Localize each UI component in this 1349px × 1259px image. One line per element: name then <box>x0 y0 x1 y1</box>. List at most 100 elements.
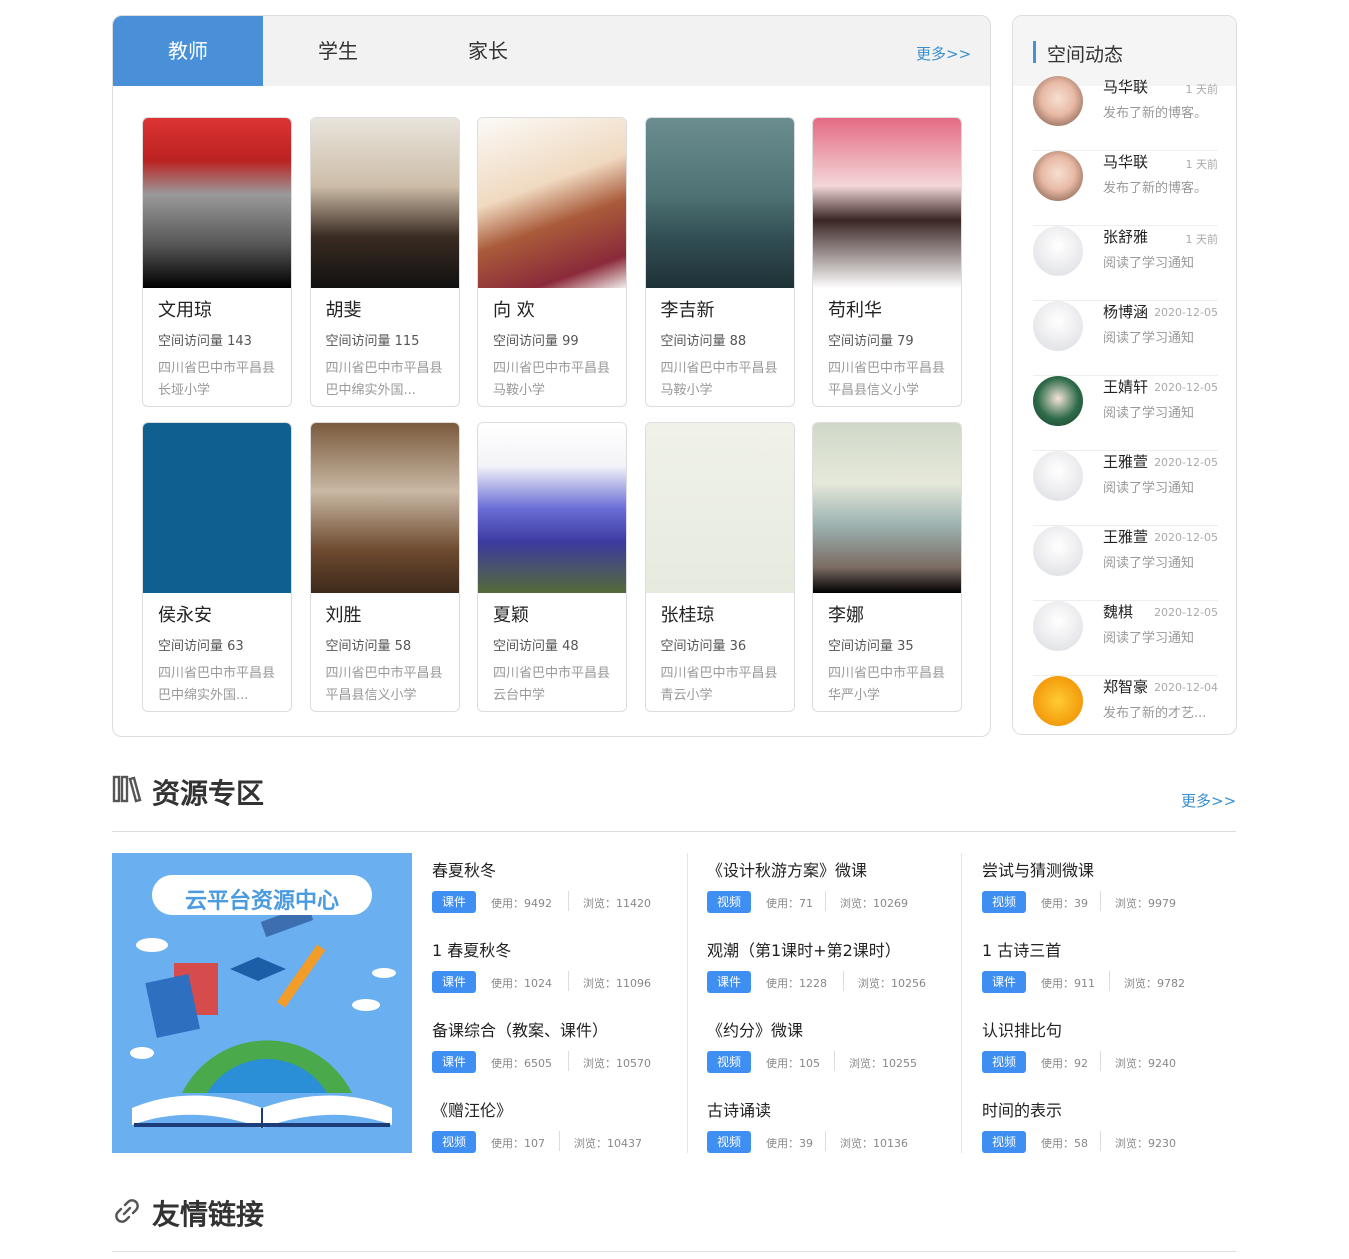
resource-title[interactable]: 尝试与猜测微课 <box>982 857 1094 881</box>
teacher-name[interactable]: 向 欢 <box>493 296 535 322</box>
resource-item[interactable]: 时间的表示 视频 使用：58 浏览：9230 <box>982 1093 1222 1173</box>
teacher-card[interactable]: 胡斐 空间访问量 115 四川省巴中市平昌县巴中绵实外国... <box>309 117 460 407</box>
teacher-card[interactable]: 李吉新 空间访问量 88 四川省巴中市平昌县马鞍小学 <box>644 117 795 407</box>
teacher-card[interactable]: 夏颖 空间访问量 48 四川省巴中市平昌县云台中学 <box>477 422 627 712</box>
activity-item[interactable]: 王婧轩 2020-12-05 阅读了学习通知 <box>1033 376 1218 451</box>
resources-more-link[interactable]: 更多>> <box>1181 790 1236 811</box>
resource-center-banner[interactable]: 云平台资源中心 <box>112 853 412 1153</box>
resource-title[interactable]: 备课综合（教案、课件） <box>432 1017 608 1041</box>
teacher-name[interactable]: 苟利华 <box>828 296 882 322</box>
activity-item[interactable]: 马华联 1 天前 发布了新的博客。 <box>1033 151 1218 226</box>
resource-title[interactable]: 1 春夏秋冬 <box>432 937 511 961</box>
activity-item[interactable]: 魏棋 2020-12-05 阅读了学习通知 <box>1033 601 1218 676</box>
teacher-name[interactable]: 文用琼 <box>158 296 212 322</box>
teacher-photo[interactable] <box>143 118 291 288</box>
activity-user-name[interactable]: 杨博涵 <box>1103 301 1148 322</box>
resource-title[interactable]: 观潮（第1课时+第2课时） <box>707 937 901 961</box>
teacher-photo[interactable] <box>310 423 459 593</box>
activity-user-name[interactable]: 马华联 <box>1103 151 1148 172</box>
teacher-photo[interactable] <box>478 118 626 288</box>
activity-user-name[interactable]: 魏棋 <box>1103 601 1133 622</box>
teacher-card[interactable]: 李娜 空间访问量 35 四川省巴中市平昌县华严小学 <box>812 422 962 712</box>
resource-item[interactable]: 《约分》微课 视频 使用：105 浏览：10255 <box>707 1013 947 1093</box>
teacher-name[interactable]: 李娜 <box>828 601 864 627</box>
resource-view-count: 浏览：11420 <box>583 897 651 910</box>
activity-item[interactable]: 王雅萱 2020-12-05 阅读了学习通知 <box>1033 526 1218 601</box>
activity-user-name[interactable]: 王雅萱 <box>1103 526 1148 547</box>
teacher-photo[interactable] <box>310 118 459 288</box>
activity-user-name[interactable]: 张舒雅 <box>1103 226 1148 247</box>
resources-divider <box>112 831 1236 832</box>
teacher-card[interactable]: 向 欢空间访问量 99 四川省巴中市平昌县马鞍小学 <box>477 117 627 407</box>
activity-user-name[interactable]: 王雅萱 <box>1103 451 1148 472</box>
resource-title[interactable]: 《约分》微课 <box>707 1017 803 1041</box>
activity-item[interactable]: 郑智豪 2020-12-04 发布了新的才艺... <box>1033 676 1218 734</box>
teacher-name[interactable]: 侯永安 <box>158 601 212 627</box>
teacher-card[interactable]: 刘胜 空间访问量 58 四川省巴中市平昌县平昌县信义小学 <box>309 422 460 712</box>
teacher-name[interactable]: 张桂琼 <box>661 601 715 627</box>
activity-item[interactable]: 杨博涵 2020-12-05 阅读了学习通知 <box>1033 301 1218 376</box>
teacher-card[interactable]: 苟利华 空间访问量 79 四川省巴中市平昌县平昌县信义小学 <box>812 117 962 407</box>
activity-action: 发布了新的才艺... <box>1103 706 1207 721</box>
tab-teacher[interactable]: 教师 <box>113 16 263 86</box>
teacher-photo[interactable] <box>813 423 961 593</box>
resource-title[interactable]: 时间的表示 <box>982 1097 1062 1121</box>
teacher-name[interactable]: 胡斐 <box>326 296 362 322</box>
activity-user-name[interactable]: 王婧轩 <box>1103 376 1148 397</box>
activity-action: 发布了新的博客。 <box>1103 106 1208 121</box>
more-link[interactable]: 更多>> <box>916 43 971 64</box>
avatar[interactable] <box>1033 376 1083 426</box>
avatar[interactable] <box>1033 676 1083 726</box>
resource-type-badge: 视频 <box>982 1051 1026 1073</box>
avatar[interactable] <box>1033 526 1083 576</box>
resource-title[interactable]: 《设计秋游方案》微课 <box>707 857 867 881</box>
avatar[interactable] <box>1033 226 1083 276</box>
activity-item[interactable]: 马华联 1 天前 发布了新的博客。 <box>1033 76 1218 151</box>
resource-item[interactable]: 《赠汪伦》 视频 使用：107 浏览：10437 <box>432 1093 672 1173</box>
resource-title[interactable]: 《赠汪伦》 <box>432 1097 512 1121</box>
teacher-name[interactable]: 刘胜 <box>326 601 362 627</box>
resource-use-count: 使用：1024 <box>491 977 552 990</box>
teacher-photo[interactable] <box>645 118 794 288</box>
tab-parent[interactable]: 家长 <box>413 16 563 86</box>
teacher-name[interactable]: 夏颖 <box>493 601 529 627</box>
resource-type-badge: 课件 <box>432 1051 476 1073</box>
activity-item[interactable]: 王雅萱 2020-12-05 阅读了学习通知 <box>1033 451 1218 526</box>
resource-title[interactable]: 春夏秋冬 <box>432 857 496 881</box>
resource-use-count: 使用：58 <box>1041 1137 1088 1150</box>
avatar[interactable] <box>1033 301 1083 351</box>
resource-item[interactable]: 《设计秋游方案》微课 视频 使用：71 浏览：10269 <box>707 853 947 933</box>
teacher-photo[interactable] <box>478 423 626 593</box>
teacher-photo[interactable] <box>813 118 961 288</box>
resource-type-badge: 视频 <box>707 891 751 913</box>
resource-item[interactable]: 认识排比句 视频 使用：92 浏览：9240 <box>982 1013 1222 1093</box>
teacher-photo[interactable] <box>645 423 794 593</box>
teacher-card[interactable]: 文用琼 空间访问量 143 四川省巴中市平昌县长垭小学 <box>142 117 292 407</box>
resource-item[interactable]: 1 春夏秋冬 课件 使用：1024 浏览：11096 <box>432 933 672 1013</box>
resource-title[interactable]: 认识排比句 <box>982 1017 1062 1041</box>
avatar[interactable] <box>1033 451 1083 501</box>
teacher-card[interactable]: 张桂琼 空间访问量 36 四川省巴中市平昌县青云小学 <box>644 422 795 712</box>
stat-divider <box>568 891 569 911</box>
resource-item[interactable]: 备课综合（教案、课件） 课件 使用：6505 浏览：10570 <box>432 1013 672 1093</box>
resource-item[interactable]: 春夏秋冬 课件 使用：9492 浏览：11420 <box>432 853 672 933</box>
teacher-card[interactable]: 侯永安 空间访问量 63 四川省巴中市平昌县巴中绵实外国... <box>142 422 292 712</box>
resource-title[interactable]: 古诗诵读 <box>707 1097 771 1121</box>
activity-user-name[interactable]: 郑智豪 <box>1103 676 1148 697</box>
stat-divider <box>825 1131 826 1151</box>
avatar[interactable] <box>1033 151 1083 201</box>
resource-item[interactable]: 观潮（第1课时+第2课时） 课件 使用：1228 浏览：10256 <box>707 933 947 1013</box>
teacher-photo[interactable] <box>143 423 291 593</box>
activity-time: 2020-12-05 <box>1154 456 1218 469</box>
teacher-name[interactable]: 李吉新 <box>661 296 715 322</box>
resource-item[interactable]: 尝试与猜测微课 视频 使用：39 浏览：9979 <box>982 853 1222 933</box>
resource-item[interactable]: 1 古诗三首 课件 使用：911 浏览：9782 <box>982 933 1222 1013</box>
activity-item[interactable]: 张舒雅 1 天前 阅读了学习通知 <box>1033 226 1218 301</box>
teacher-school: 四川省巴中市平昌县云台中学 <box>493 666 611 703</box>
resource-item[interactable]: 古诗诵读 视频 使用：39 浏览：10136 <box>707 1093 947 1173</box>
avatar[interactable] <box>1033 76 1083 126</box>
tab-student[interactable]: 学生 <box>263 16 413 86</box>
resource-title[interactable]: 1 古诗三首 <box>982 937 1061 961</box>
avatar[interactable] <box>1033 601 1083 651</box>
activity-user-name[interactable]: 马华联 <box>1103 76 1148 97</box>
